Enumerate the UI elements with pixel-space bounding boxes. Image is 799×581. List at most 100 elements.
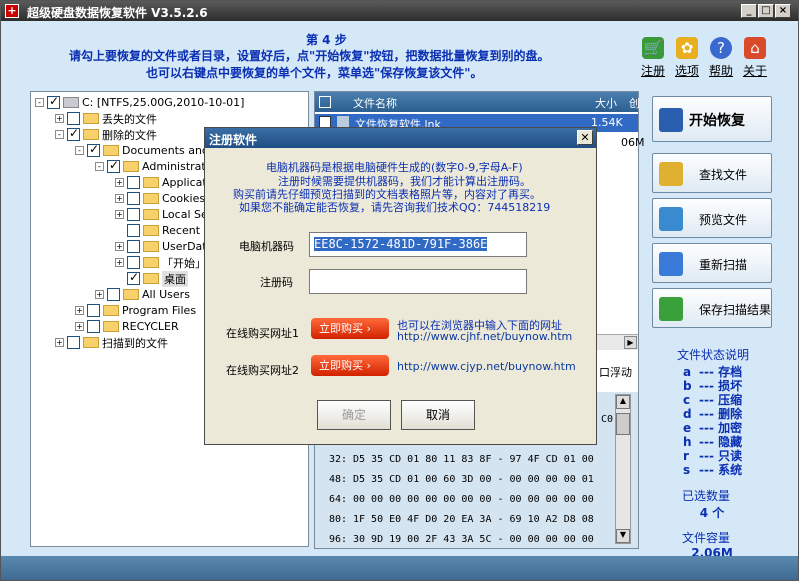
help-icon: ? bbox=[710, 37, 732, 59]
cancel-button[interactable]: 取消 bbox=[401, 400, 475, 430]
header-checkbox[interactable] bbox=[319, 96, 331, 108]
tree-node[interactable]: + 丢失的文件 bbox=[55, 111, 157, 126]
disk-save-icon bbox=[659, 108, 683, 132]
tree-node-label: 删除的文件 bbox=[102, 128, 157, 142]
action-label: 预览文件 bbox=[699, 213, 748, 227]
tree-checkbox[interactable] bbox=[127, 208, 140, 221]
expand-icon[interactable]: + bbox=[55, 114, 64, 123]
home-icon: ⌂ bbox=[744, 37, 766, 59]
expand-icon[interactable]: + bbox=[115, 242, 124, 251]
tree-checkbox[interactable] bbox=[127, 176, 140, 189]
folder-icon bbox=[143, 193, 159, 204]
expand-icon[interactable]: + bbox=[75, 306, 84, 315]
dialog-close-button[interactable]: ✕ bbox=[577, 130, 593, 145]
expand-icon[interactable]: + bbox=[115, 258, 124, 267]
expand-icon[interactable]: + bbox=[55, 338, 64, 347]
expand-icon[interactable]: + bbox=[115, 210, 124, 219]
start-recover-button[interactable]: 开始恢复 bbox=[652, 96, 772, 142]
tree-node[interactable]: Recent bbox=[115, 223, 200, 238]
step-title: 第 4 步 bbox=[306, 33, 347, 47]
tree-node[interactable]: -Documents and S bbox=[75, 142, 219, 158]
options-tool[interactable]: ✿ 选项 bbox=[671, 37, 703, 79]
tree-node[interactable]: -Administrator bbox=[95, 158, 217, 174]
scroll-up-icon[interactable]: ▲ bbox=[616, 395, 630, 409]
collapse-icon[interactable]: - bbox=[55, 130, 64, 139]
tree-checkbox[interactable] bbox=[67, 112, 80, 125]
tree-checkbox[interactable] bbox=[127, 270, 140, 285]
register-tool[interactable]: 🛒 注册 bbox=[637, 37, 669, 79]
drive-icon bbox=[63, 97, 79, 108]
expand-icon[interactable]: + bbox=[115, 194, 124, 203]
reg-code-label: 注册码 bbox=[260, 276, 293, 289]
tree-node[interactable]: + RECYCLER bbox=[75, 319, 179, 334]
tree-node-label: Program Files bbox=[122, 304, 197, 317]
tree-node[interactable]: + 「开始」 bbox=[115, 255, 206, 270]
column-name[interactable]: 文件名称 bbox=[353, 95, 397, 111]
column-size[interactable]: 大小 bbox=[595, 95, 617, 111]
folder-icon bbox=[123, 161, 139, 172]
action-button[interactable]: 保存扫描结果 bbox=[652, 288, 772, 328]
tree-node[interactable]: + Local Set bbox=[115, 207, 212, 222]
ok-button[interactable]: 确定 bbox=[317, 400, 391, 430]
tree-node-label: 扫描到的文件 bbox=[102, 336, 168, 350]
scroll-right-icon[interactable]: ▶ bbox=[624, 336, 637, 349]
collapse-icon[interactable]: - bbox=[35, 98, 44, 107]
tree-checkbox[interactable] bbox=[127, 240, 140, 253]
tree-checkbox[interactable] bbox=[67, 336, 80, 349]
instruction-line-1: 请勾上要恢复的文件或者目录，设置好后，点"开始恢复"按钮，把数据批量恢复到别的盘… bbox=[69, 49, 550, 63]
file-list-header: 文件名称 大小 创 bbox=[315, 92, 640, 112]
tree-node[interactable]: + Program Files bbox=[75, 303, 196, 318]
url-1-link[interactable]: http://www.cjhf.net/buynow.htm bbox=[397, 330, 572, 343]
buy-now-button-1[interactable]: 立即购买 › bbox=[311, 318, 389, 339]
scroll-down-icon[interactable]: ▼ bbox=[616, 529, 630, 543]
buy-now-button-2[interactable]: 立即购买 › bbox=[311, 355, 389, 376]
tree-checkbox[interactable] bbox=[127, 224, 140, 237]
action-button[interactable]: 预览文件 bbox=[652, 198, 772, 238]
about-tool[interactable]: ⌂ 关于 bbox=[739, 37, 771, 79]
tree-node[interactable]: + 扫描到的文件 bbox=[55, 335, 168, 350]
collapse-icon[interactable]: - bbox=[75, 146, 84, 155]
float-option[interactable]: 口浮动 bbox=[599, 364, 632, 380]
hex-scrollbar[interactable]: ▲ ▼ bbox=[615, 394, 631, 544]
column-date[interactable]: 创 bbox=[629, 95, 640, 111]
tree-checkbox[interactable] bbox=[67, 126, 80, 141]
expand-icon[interactable]: + bbox=[75, 322, 84, 331]
selection-summary: 已选数量 4 个 文件容量 2.06M bbox=[681, 489, 733, 560]
tree-checkbox[interactable] bbox=[87, 320, 100, 333]
minimize-button[interactable]: _ bbox=[741, 4, 757, 18]
dialog-title-bar: 注册软件 ✕ bbox=[205, 128, 596, 148]
tree-node[interactable]: + Applicati bbox=[115, 175, 210, 190]
action-label: 查找文件 bbox=[699, 168, 748, 182]
expand-icon[interactable]: + bbox=[115, 178, 124, 187]
tree-node[interactable]: - C: [NTFS,25.00G,2010-10-01] bbox=[35, 94, 244, 110]
url-2-link[interactable]: http://www.cjyp.net/buynow.htm bbox=[397, 360, 576, 373]
folder-icon bbox=[103, 321, 119, 332]
tree-checkbox[interactable] bbox=[127, 192, 140, 205]
action-button[interactable]: 查找文件 bbox=[652, 153, 772, 193]
action-button[interactable]: 重新扫描 bbox=[652, 243, 772, 283]
maximize-button[interactable]: □ bbox=[758, 4, 774, 18]
folder-icon bbox=[103, 305, 119, 316]
reg-code-input[interactable] bbox=[309, 269, 527, 294]
tree-node[interactable]: + UserData bbox=[115, 239, 213, 254]
folder-icon bbox=[83, 129, 99, 140]
tree-checkbox[interactable] bbox=[87, 142, 100, 157]
tree-checkbox[interactable] bbox=[107, 288, 120, 301]
tree-checkbox[interactable] bbox=[127, 256, 140, 269]
tree-node[interactable]: + Cookies bbox=[115, 191, 205, 206]
tree-node[interactable]: - 删除的文件 bbox=[55, 126, 157, 142]
scroll-thumb[interactable] bbox=[616, 413, 630, 435]
tree-checkbox[interactable] bbox=[47, 94, 60, 109]
tree-node[interactable]: + All Users bbox=[95, 287, 190, 302]
collapse-icon[interactable]: - bbox=[95, 162, 104, 171]
desktop-strip bbox=[1, 556, 798, 580]
save-arrow-icon bbox=[659, 297, 683, 321]
close-button[interactable]: × bbox=[775, 4, 791, 18]
machine-code-input[interactable]: EE8C-1572-481D-791F-386E bbox=[309, 232, 527, 257]
tree-node-label: All Users bbox=[142, 288, 190, 301]
tree-checkbox[interactable] bbox=[107, 158, 120, 173]
expand-icon[interactable]: + bbox=[95, 290, 104, 299]
tree-node[interactable]: 桌面 bbox=[115, 270, 188, 287]
help-tool[interactable]: ? 帮助 bbox=[705, 37, 737, 79]
tree-checkbox[interactable] bbox=[87, 304, 100, 317]
